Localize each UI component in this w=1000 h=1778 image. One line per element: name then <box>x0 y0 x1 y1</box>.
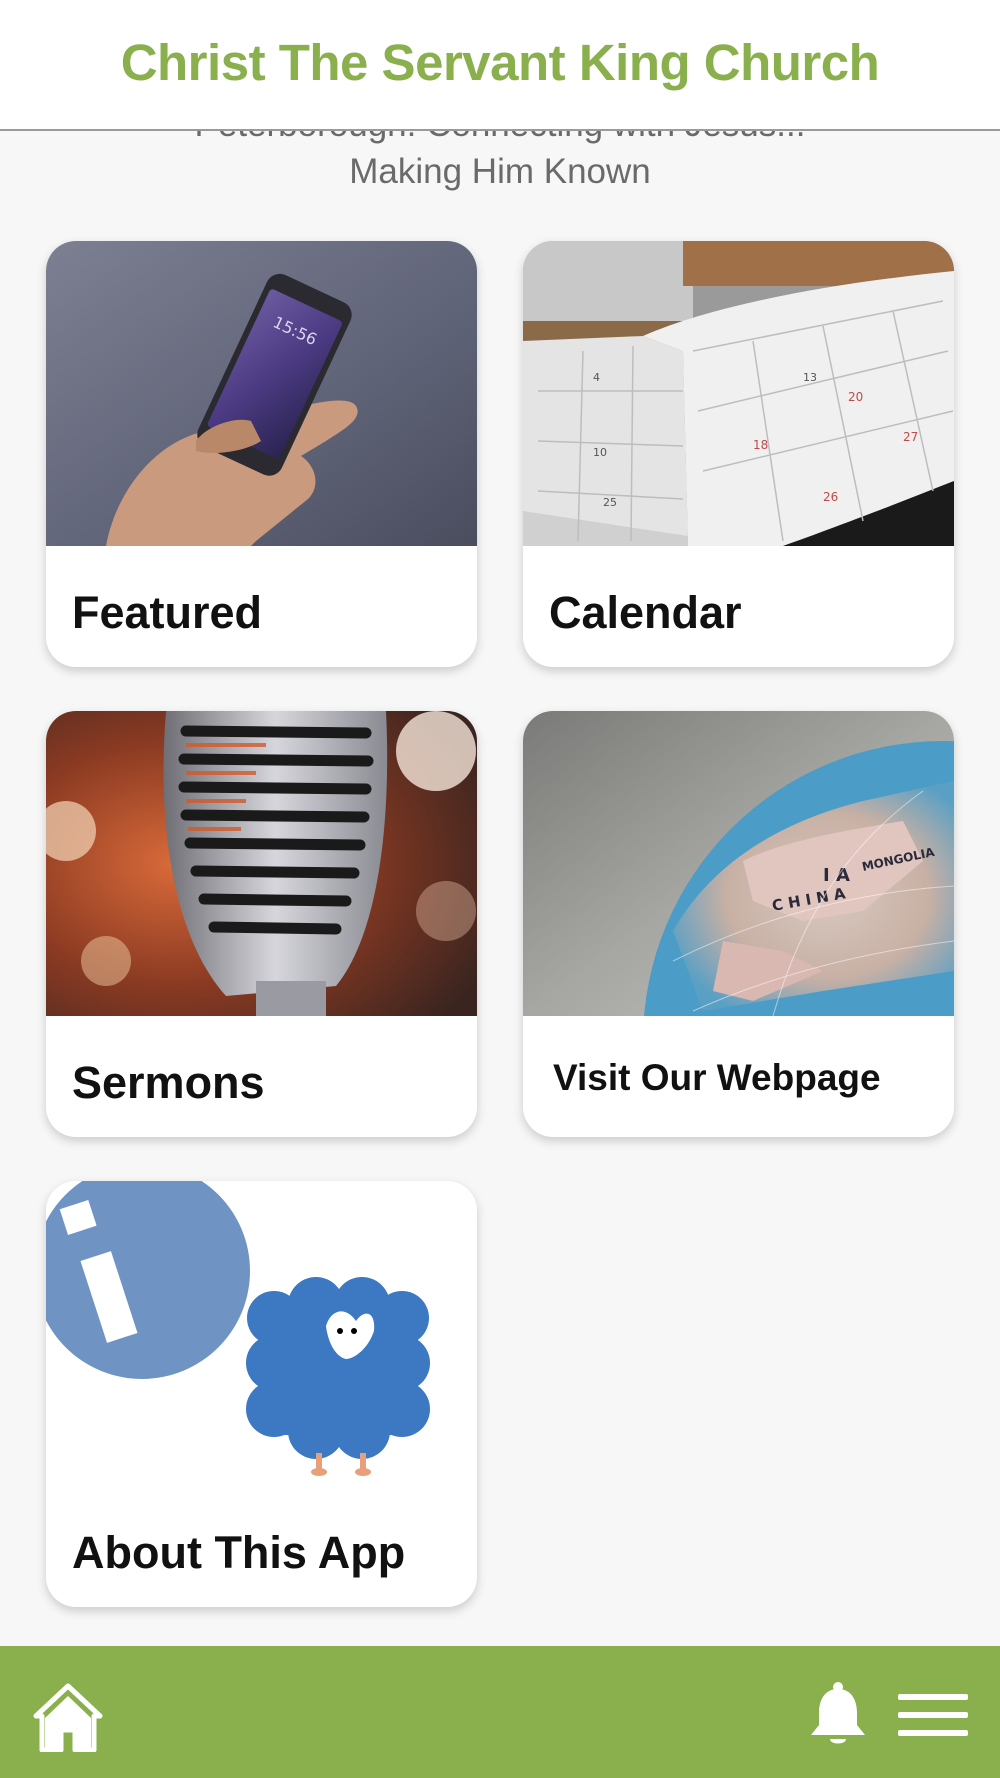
svg-text:I A: I A <box>823 865 850 886</box>
svg-text:18: 18 <box>753 438 768 452</box>
svg-text:26: 26 <box>823 490 838 504</box>
tile-label: Featured <box>72 587 263 638</box>
app-header: Christ The Servant King Church <box>0 0 1000 131</box>
svg-text:25: 25 <box>603 496 617 509</box>
tile-label: Calendar <box>549 587 742 638</box>
sermons-image <box>46 711 477 1016</box>
about-image <box>46 1181 477 1486</box>
tagline-line-2: Making Him Known <box>349 152 651 191</box>
hamburger-menu-icon[interactable] <box>898 1692 968 1738</box>
page-title: Christ The Servant King Church <box>120 34 880 91</box>
tile-about-app[interactable]: About This App <box>46 1181 477 1607</box>
tile-visit-webpage[interactable]: C H I N A MONGOLIA I A Visit Our Webpage <box>523 711 954 1137</box>
svg-text:4: 4 <box>593 371 600 384</box>
bell-icon[interactable] <box>808 1681 868 1749</box>
svg-text:20: 20 <box>848 390 863 404</box>
tile-label: Sermons <box>72 1057 265 1108</box>
tile-label: About This App <box>72 1527 406 1578</box>
bottom-nav <box>0 1646 1000 1778</box>
home-icon[interactable] <box>33 1682 103 1753</box>
tile-label: Visit Our Webpage <box>553 1057 881 1098</box>
tile-sermons[interactable]: Sermons <box>46 711 477 1137</box>
calendar-image: 20 18 26 27 10 25 4 13 <box>523 241 954 546</box>
globe-image: C H I N A MONGOLIA I A <box>523 711 954 1016</box>
svg-text:27: 27 <box>903 430 918 444</box>
tile-featured[interactable]: 15:56 Featured <box>46 241 477 667</box>
svg-text:10: 10 <box>593 446 607 459</box>
featured-image: 15:56 <box>46 241 477 546</box>
svg-text:13: 13 <box>803 371 817 384</box>
sheep-icon <box>246 1277 430 1459</box>
tile-calendar[interactable]: 20 18 26 27 10 25 4 13 Calendar <box>523 241 954 667</box>
